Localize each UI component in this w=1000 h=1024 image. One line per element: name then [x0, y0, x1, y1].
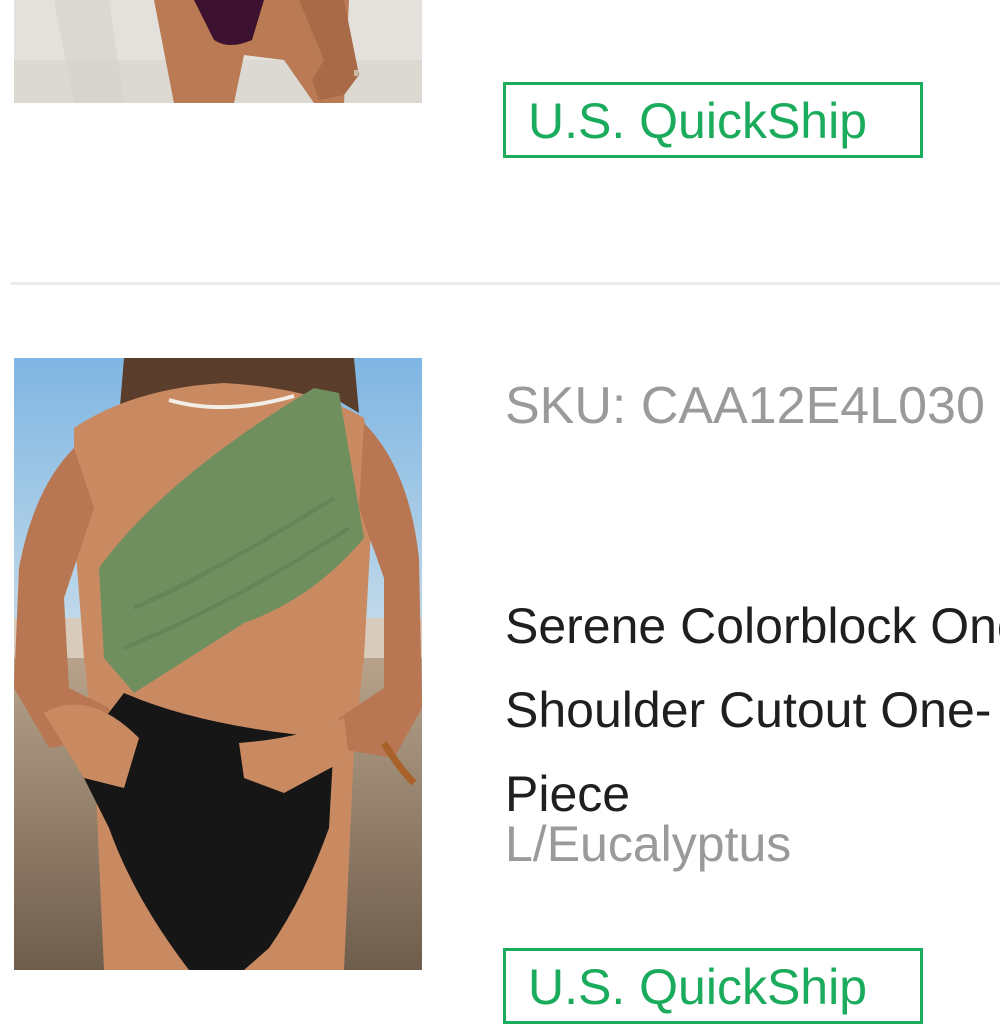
product-variant: L/Eucalyptus	[505, 816, 792, 872]
item-divider	[10, 282, 1000, 285]
product-image-2[interactable]	[14, 358, 422, 970]
product-sku: SKU: CAA12E4L030	[505, 377, 985, 435]
quickship-badge-label: U.S. QuickShip	[528, 93, 868, 149]
quickship-badge: U.S. QuickShip	[503, 948, 923, 1024]
quickship-badge: U.S. QuickShip	[503, 82, 923, 158]
quickship-badge-label: U.S. QuickShip	[528, 959, 868, 1015]
product-title[interactable]: Serene Colorblock One-Shoulder Cutout On…	[505, 584, 1000, 836]
product-image-1[interactable]	[14, 0, 422, 103]
